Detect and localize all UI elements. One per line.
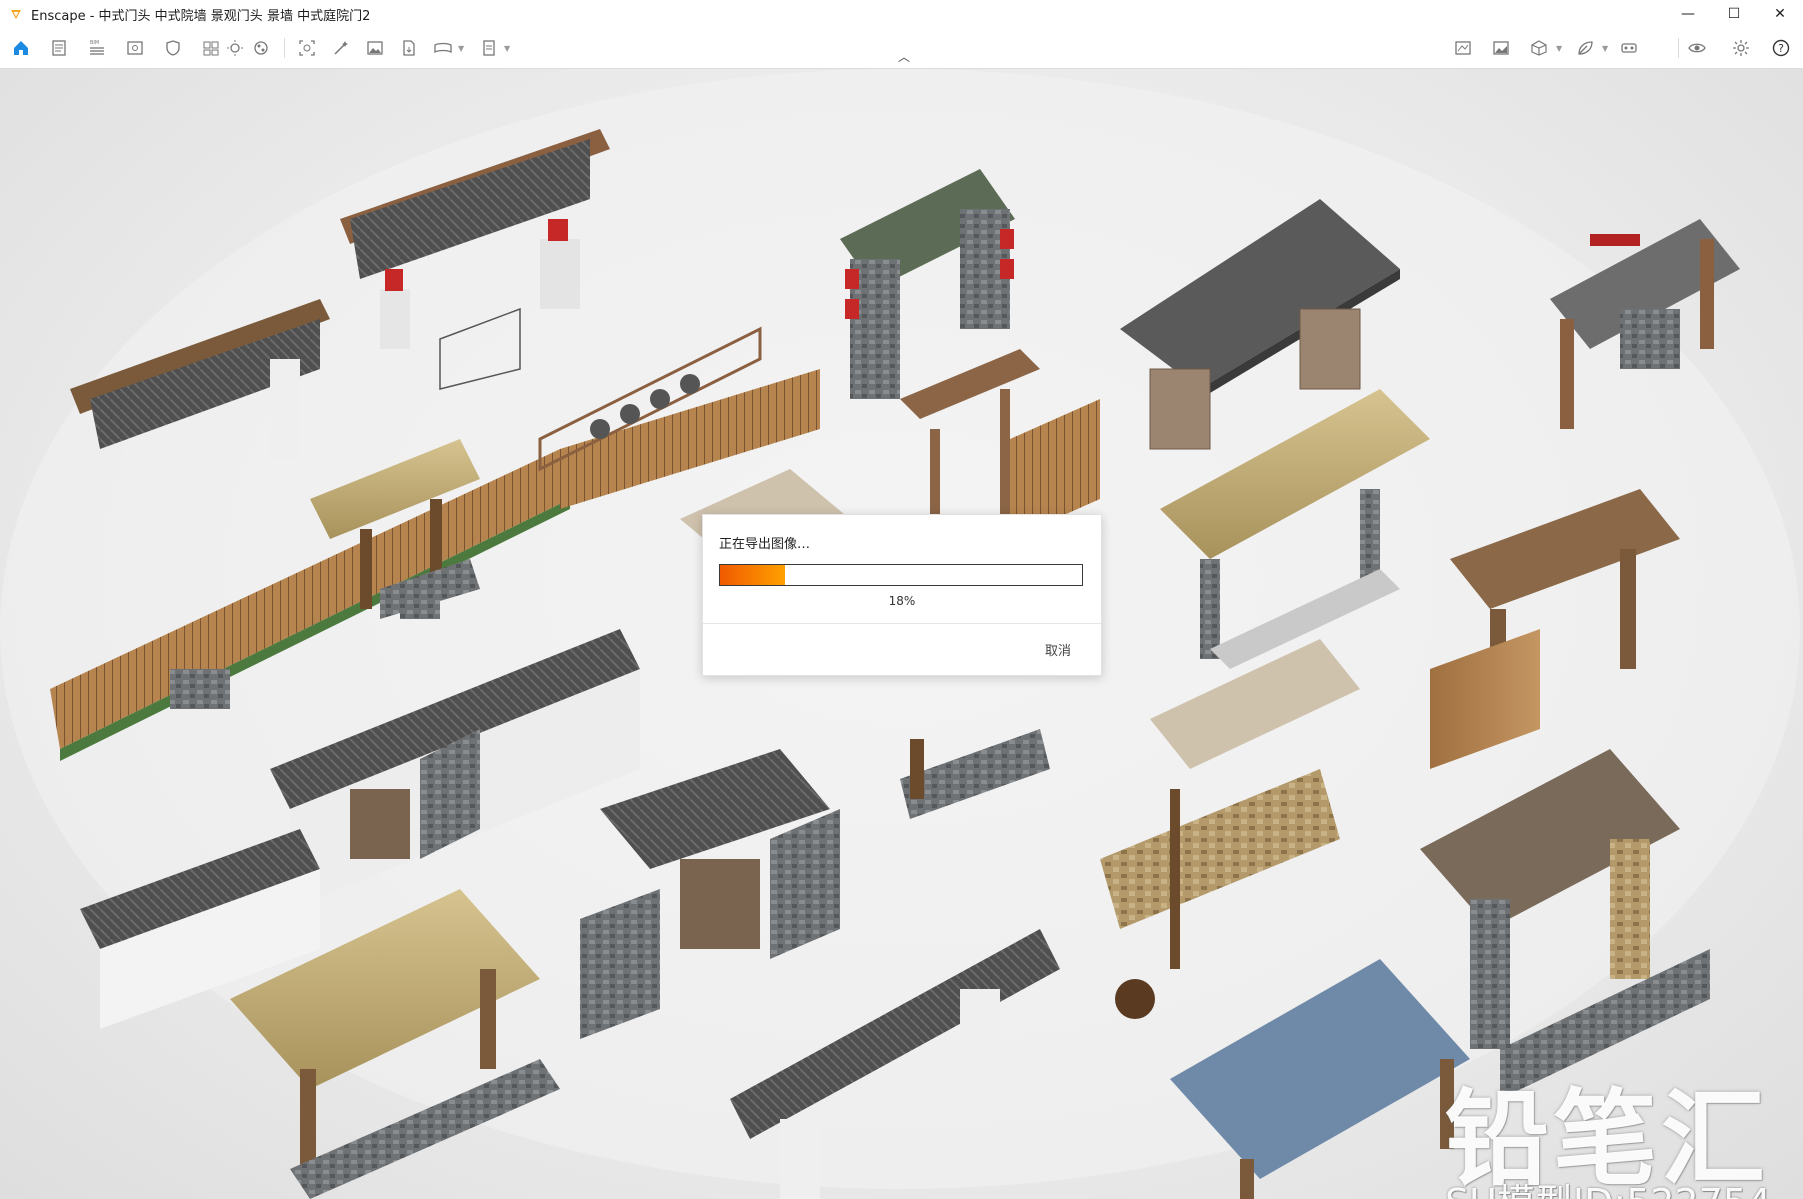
chevron-down-icon[interactable]: ▼ bbox=[1556, 44, 1562, 53]
window-title: Enscape - 中式门头 中式院墙 景观门头 景墙 中式庭院门2 bbox=[31, 8, 371, 24]
image-icon[interactable] bbox=[364, 38, 386, 58]
chevron-down-icon[interactable]: ▼ bbox=[458, 44, 464, 53]
panorama-icon[interactable] bbox=[432, 38, 454, 58]
map-icon[interactable] bbox=[1452, 38, 1474, 58]
cancel-button[interactable]: 取消 bbox=[1045, 640, 1071, 659]
export-progress-dialog: 正在导出图像… 18% 取消 bbox=[702, 514, 1102, 676]
leaf-icon[interactable] bbox=[1574, 38, 1596, 58]
sun-icon[interactable] bbox=[224, 38, 246, 58]
help-icon[interactable]: ? bbox=[1770, 38, 1792, 58]
cube-icon[interactable] bbox=[1528, 38, 1550, 58]
asset-library-icon[interactable] bbox=[200, 38, 222, 58]
chevron-down-icon[interactable]: ▼ bbox=[504, 44, 510, 53]
progress-bar bbox=[719, 564, 1083, 586]
vr-headset-icon[interactable] bbox=[1618, 38, 1640, 58]
export-icon[interactable] bbox=[398, 38, 420, 58]
settings-icon[interactable] bbox=[1730, 38, 1752, 58]
window-controls: — ☐ ✕ bbox=[1665, 0, 1803, 28]
model-id-watermark: SU模型ID:522754 bbox=[1445, 1172, 1771, 1199]
view-panel-icon[interactable] bbox=[124, 38, 146, 58]
dialog-title: 正在导出图像… bbox=[719, 537, 811, 552]
title-bar: Enscape - 中式门头 中式院墙 景观门头 景墙 中式庭院门2 — ☐ ✕ bbox=[0, 0, 1803, 28]
progress-fill bbox=[720, 565, 786, 585]
home-icon[interactable] bbox=[10, 38, 32, 58]
enscape-logo-icon bbox=[11, 10, 21, 19]
svg-text:?: ? bbox=[1778, 42, 1784, 55]
chevron-up-icon[interactable]: ︿ bbox=[894, 48, 914, 64]
eye-icon[interactable] bbox=[1686, 38, 1708, 58]
bim-caption: BIM bbox=[90, 40, 99, 46]
progress-percent: 18% bbox=[888, 594, 916, 608]
effects-icon[interactable] bbox=[330, 38, 352, 58]
document-icon[interactable] bbox=[48, 38, 70, 58]
toolbar-separator bbox=[1678, 38, 1679, 58]
chevron-down-icon[interactable]: ▼ bbox=[1602, 44, 1608, 53]
close-button[interactable]: ✕ bbox=[1757, 0, 1803, 28]
bim-list-icon[interactable]: BIM bbox=[86, 38, 108, 58]
shield-icon[interactable] bbox=[162, 38, 184, 58]
gallery-icon[interactable] bbox=[1490, 38, 1512, 58]
material-icon[interactable] bbox=[250, 38, 272, 58]
toolbar-separator bbox=[284, 38, 285, 58]
minimize-button[interactable]: — bbox=[1665, 0, 1711, 28]
screenshot-icon[interactable] bbox=[296, 38, 318, 58]
batch-icon[interactable] bbox=[478, 38, 500, 58]
dialog-divider bbox=[703, 623, 1101, 624]
maximize-button[interactable]: ☐ bbox=[1711, 0, 1757, 28]
